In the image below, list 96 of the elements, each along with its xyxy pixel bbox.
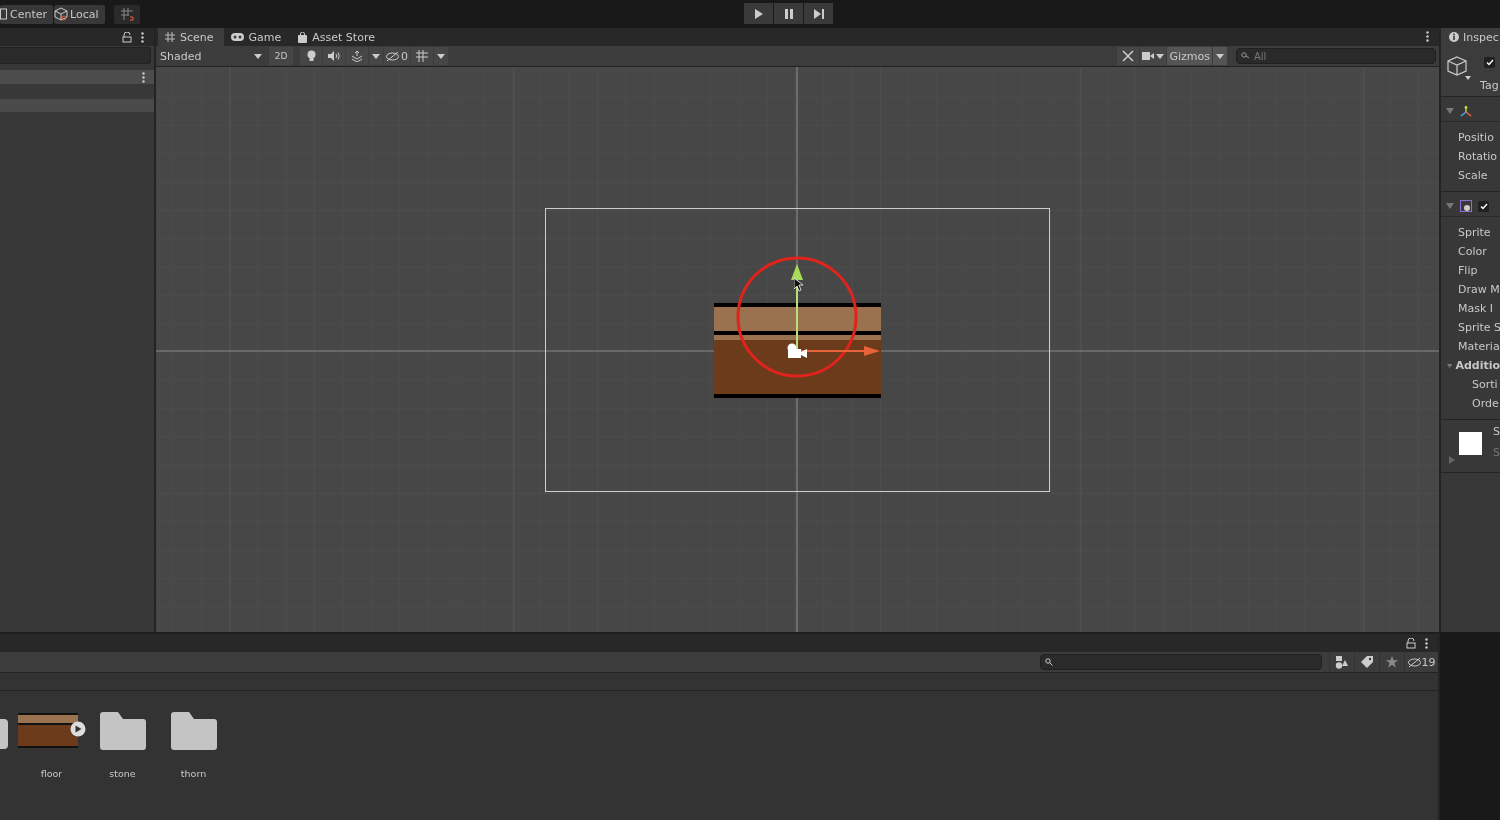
tag-icon bbox=[1360, 656, 1373, 668]
grid-snap-icon bbox=[119, 7, 134, 21]
field-label: Sprite S bbox=[1457, 320, 1500, 336]
2d-toggle[interactable]: 2D bbox=[269, 47, 293, 65]
search-field[interactable]: All bbox=[1236, 48, 1436, 64]
field-label: Color bbox=[1457, 244, 1488, 260]
camera-icon bbox=[786, 343, 808, 359]
hidden-packages-button[interactable]: 19 bbox=[1404, 652, 1438, 672]
up-arrow-gizmo[interactable] bbox=[790, 264, 804, 350]
field-label: Mask I bbox=[1457, 301, 1495, 317]
material-preview bbox=[1459, 432, 1482, 455]
caret-icon bbox=[1216, 53, 1224, 59]
caret-icon bbox=[1156, 53, 1165, 59]
lighting-toggle[interactable] bbox=[300, 47, 322, 65]
grid-toggle[interactable] bbox=[411, 47, 433, 65]
section-label[interactable]: Additio bbox=[1452, 356, 1500, 375]
play-button[interactable] bbox=[744, 3, 773, 24]
asset-name: stone bbox=[109, 768, 136, 779]
cube-icon bbox=[54, 7, 69, 21]
effects-dropdown[interactable] bbox=[369, 47, 383, 65]
field-label: Tag bbox=[1480, 79, 1499, 92]
field-label: Materia bbox=[1457, 339, 1500, 355]
draw-mode-dropdown[interactable]: Shaded bbox=[156, 47, 266, 65]
field-label: Rotatio bbox=[1457, 149, 1499, 165]
audio-toggle[interactable] bbox=[323, 47, 345, 65]
search-field[interactable] bbox=[1040, 654, 1322, 670]
pivot-icon bbox=[0, 8, 8, 20]
speaker-icon bbox=[328, 51, 340, 61]
more-icon[interactable] bbox=[142, 71, 145, 83]
grid-icon bbox=[165, 32, 175, 42]
tab[interactable]: Asset Store bbox=[291, 28, 385, 46]
caret-icon bbox=[372, 53, 380, 59]
gizmos-dropdown[interactable] bbox=[1213, 47, 1227, 65]
floor-sprite-drawing[interactable] bbox=[714, 303, 881, 398]
cube-icon bbox=[1447, 56, 1471, 82]
material-label: S bbox=[1493, 446, 1500, 459]
step-icon bbox=[813, 8, 824, 19]
field-label: Positio bbox=[1457, 130, 1495, 146]
asset-name: floor bbox=[40, 768, 63, 779]
lock-icon[interactable] bbox=[1406, 637, 1416, 649]
more-icon[interactable] bbox=[1425, 637, 1428, 649]
inspector-tab[interactable]: Inspec bbox=[1441, 28, 1500, 46]
shopping-bag-icon bbox=[298, 31, 308, 43]
tab[interactable]: Game bbox=[223, 28, 292, 46]
transform-icon bbox=[1460, 105, 1472, 117]
floor-sprite-thumbnail[interactable] bbox=[17, 712, 86, 750]
grid-snap-button[interactable] bbox=[113, 4, 140, 24]
gizmos-button[interactable]: Gizmos bbox=[1167, 47, 1212, 65]
caret-icon[interactable] bbox=[1446, 108, 1454, 114]
asset-name: thorn bbox=[180, 768, 207, 779]
caret-icon bbox=[437, 53, 445, 59]
star-icon bbox=[1385, 656, 1398, 668]
grid-icon bbox=[416, 50, 428, 62]
pause-button[interactable] bbox=[774, 3, 803, 24]
material-label: S bbox=[1493, 425, 1500, 438]
caret-icon[interactable] bbox=[1446, 203, 1454, 209]
more-icon[interactable] bbox=[141, 31, 144, 43]
pause-icon bbox=[783, 8, 794, 19]
grid-dropdown[interactable] bbox=[434, 47, 448, 65]
field-label: Flip bbox=[1457, 263, 1479, 279]
play-icon bbox=[753, 8, 764, 19]
tab[interactable]: Scene bbox=[158, 28, 224, 46]
gamepad-icon bbox=[230, 33, 244, 41]
field-label: Orde bbox=[1471, 396, 1500, 412]
search-icon bbox=[1241, 52, 1250, 59]
caret-icon[interactable] bbox=[1447, 362, 1453, 369]
pivot-button[interactable]: Center bbox=[0, 4, 54, 24]
camera-dropdown[interactable] bbox=[1140, 47, 1167, 65]
info-icon bbox=[1449, 32, 1459, 42]
eye-slash-icon bbox=[386, 51, 399, 61]
search-icon bbox=[1045, 658, 1053, 666]
video-camera-icon bbox=[1142, 52, 1155, 60]
right-arrow-gizmo[interactable] bbox=[798, 346, 880, 356]
space-button[interactable]: Local bbox=[54, 4, 105, 24]
cursor-icon bbox=[794, 278, 804, 292]
lock-icon[interactable] bbox=[122, 31, 132, 43]
field-label: Sorti bbox=[1471, 377, 1499, 393]
caret-icon bbox=[254, 53, 262, 59]
field-label: Sprite bbox=[1457, 225, 1492, 241]
layers-icon bbox=[351, 50, 363, 62]
sprite-renderer-icon bbox=[1460, 200, 1472, 212]
tools-button[interactable] bbox=[1117, 47, 1140, 65]
eye-slash-icon bbox=[1407, 657, 1421, 667]
folder-icon[interactable] bbox=[170, 712, 217, 750]
field-label: Draw M bbox=[1457, 282, 1500, 298]
hidden-objects-toggle[interactable]: 0 bbox=[384, 47, 410, 65]
active-checkbox[interactable] bbox=[1484, 57, 1495, 68]
light-bulb-icon bbox=[306, 50, 316, 62]
step-button[interactable] bbox=[804, 3, 833, 24]
rotate-gizmo[interactable] bbox=[735, 255, 859, 379]
more-icon[interactable] bbox=[1426, 31, 1429, 42]
folder-icon[interactable] bbox=[99, 712, 146, 750]
enabled-checkbox[interactable] bbox=[1478, 200, 1489, 212]
shapes-icon bbox=[1335, 655, 1348, 669]
field-label: Scale bbox=[1457, 168, 1489, 184]
effects-toggle[interactable] bbox=[346, 47, 368, 65]
